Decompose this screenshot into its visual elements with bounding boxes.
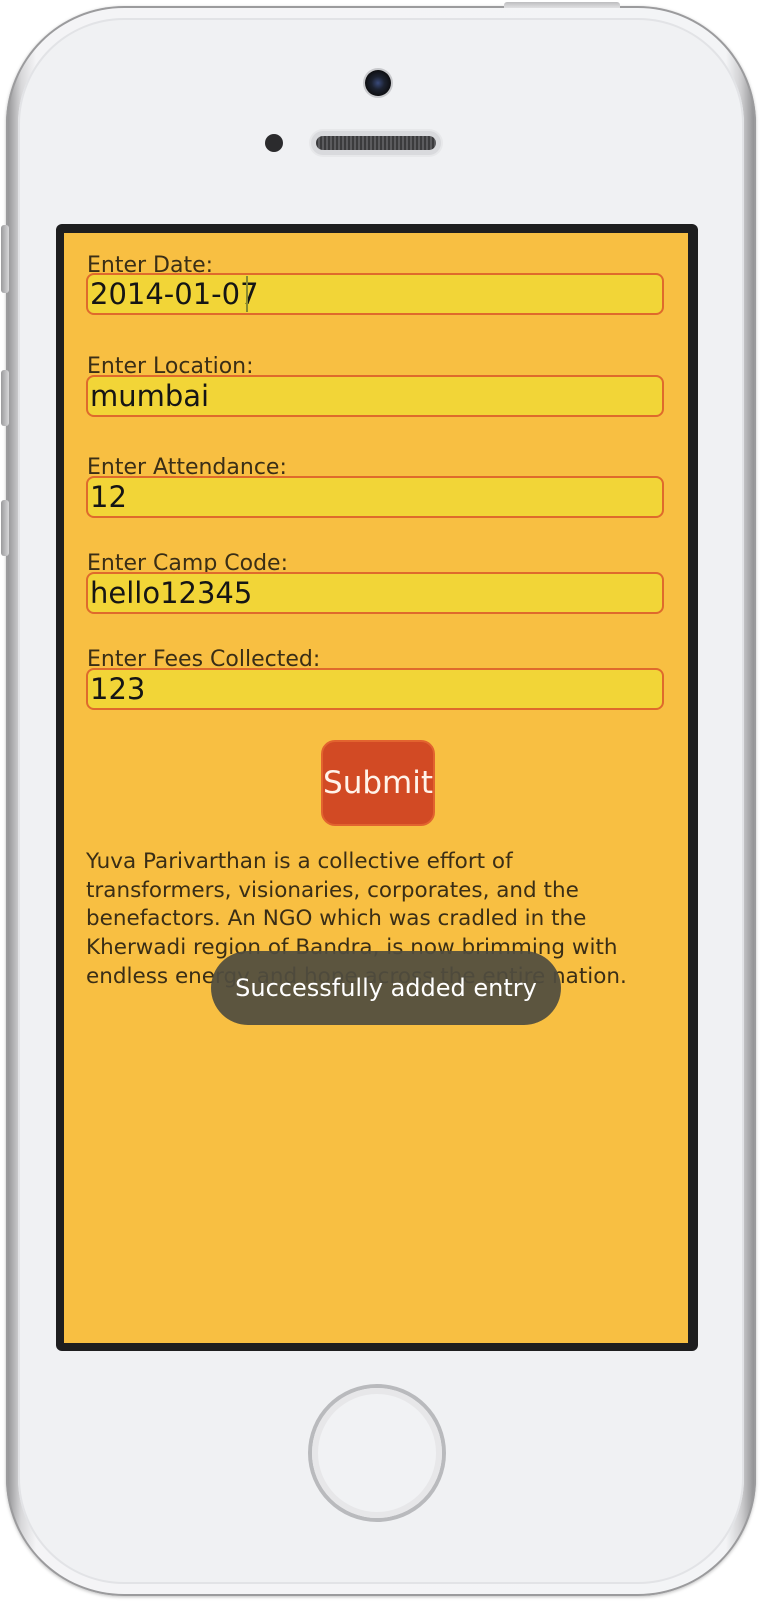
date-input[interactable] — [86, 273, 664, 315]
fees-input[interactable] — [86, 668, 664, 710]
submit-button[interactable]: Submit — [321, 740, 435, 826]
sensor-icon — [265, 134, 283, 152]
text-cursor — [246, 276, 248, 312]
phone-screen: Enter Date: Enter Location: Enter Attend… — [56, 224, 698, 1351]
front-camera-icon — [365, 70, 391, 96]
location-input[interactable] — [86, 375, 664, 417]
power-button — [504, 2, 620, 8]
mute-switch — [1, 225, 9, 293]
toast-message: Successfully added entry — [211, 951, 561, 1025]
camp-code-input[interactable] — [86, 572, 664, 614]
volume-down-button — [1, 500, 9, 556]
app-form-screen: Enter Date: Enter Location: Enter Attend… — [64, 233, 688, 1343]
volume-up-button — [1, 370, 9, 426]
attendance-input[interactable] — [86, 476, 664, 518]
home-button[interactable] — [312, 1388, 442, 1518]
earpiece-speaker-icon — [311, 131, 441, 155]
